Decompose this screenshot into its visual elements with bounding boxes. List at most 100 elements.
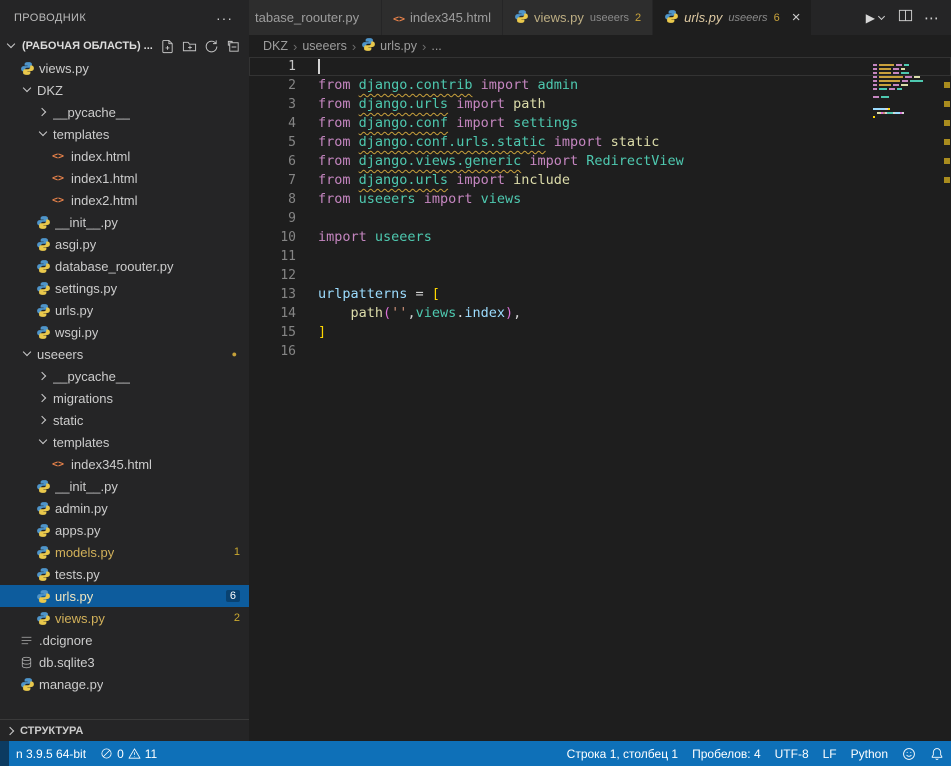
tab-index345-html[interactable]: <>index345.html bbox=[382, 0, 503, 35]
line-content: import useeers bbox=[318, 228, 432, 247]
code-token: from bbox=[318, 191, 351, 207]
warning-tick bbox=[944, 177, 950, 183]
minimap[interactable] bbox=[873, 60, 939, 124]
tree-item-index-html[interactable]: <>index.html bbox=[0, 145, 249, 167]
code-token: [ bbox=[432, 286, 440, 302]
warning-count: 11 bbox=[145, 747, 157, 761]
problems-badge: 1 bbox=[234, 546, 240, 558]
tree-item-settings-py[interactable]: settings.py bbox=[0, 277, 249, 299]
split-editor-icon[interactable] bbox=[898, 8, 913, 28]
problems-status[interactable]: 011 bbox=[93, 741, 164, 766]
encoding-status[interactable]: UTF-8 bbox=[768, 741, 816, 766]
tree-item-migrations[interactable]: migrations bbox=[0, 387, 249, 409]
error-icon bbox=[100, 747, 113, 760]
code-line[interactable]: 13urlpatterns = [ bbox=[249, 285, 951, 304]
tree-item-index1-html[interactable]: <>index1.html bbox=[0, 167, 249, 189]
close-icon[interactable]: × bbox=[792, 10, 801, 25]
tree-item-views-py[interactable]: views.py bbox=[0, 57, 249, 79]
python-interpreter-status[interactable]: n 3.9.5 64-bit bbox=[9, 741, 93, 766]
code-line[interactable]: 15] bbox=[249, 323, 951, 342]
breadcrumb-item-[interactable]: ... bbox=[431, 39, 441, 53]
code-line[interactable]: 1 bbox=[249, 57, 951, 76]
tree-item-index345-html[interactable]: <>index345.html bbox=[0, 453, 249, 475]
overview-ruler bbox=[942, 57, 951, 741]
tree-item-label: __pycache__ bbox=[53, 105, 130, 120]
tree-item-urls-py[interactable]: urls.py bbox=[0, 299, 249, 321]
tree-item-templates[interactable]: templates bbox=[0, 431, 249, 453]
problems-badge: 2 bbox=[234, 612, 240, 624]
new-folder-icon[interactable] bbox=[182, 39, 197, 54]
code-token: import bbox=[554, 134, 603, 150]
tree-item-asgi-py[interactable]: asgi.py bbox=[0, 233, 249, 255]
tree-item-db-sqlite3[interactable]: db.sqlite3 bbox=[0, 651, 249, 673]
code-line[interactable]: 9 bbox=[249, 209, 951, 228]
code-line[interactable]: 2from django.contrib import admin bbox=[249, 76, 951, 95]
tree-item-database-roouter-py[interactable]: database_roouter.py bbox=[0, 255, 249, 277]
code-line[interactable]: 4from django.conf import settings bbox=[249, 114, 951, 133]
workspace-section-header[interactable]: (РАБОЧАЯ ОБЛАСТЬ) ... bbox=[0, 35, 249, 57]
code-line[interactable]: 5from django.conf.urls.static import sta… bbox=[249, 133, 951, 152]
tree-item-views-py[interactable]: views.py2 bbox=[0, 607, 249, 629]
code-line[interactable]: 11 bbox=[249, 247, 951, 266]
code-token bbox=[505, 96, 513, 112]
code-line[interactable]: 3from django.urls import path bbox=[249, 95, 951, 114]
tab-tabase-roouter-py[interactable]: tabase_roouter.py bbox=[249, 0, 382, 35]
cursor-position-status[interactable]: Строка 1, столбец 1 bbox=[560, 741, 685, 766]
notifications-status[interactable] bbox=[923, 741, 951, 766]
tree-item-admin-py[interactable]: admin.py bbox=[0, 497, 249, 519]
chevron-right-icon bbox=[36, 104, 52, 120]
tree-item-pycache[interactable]: __pycache__ bbox=[0, 101, 249, 123]
tree-item-wsgi-py[interactable]: wsgi.py bbox=[0, 321, 249, 343]
tree-item-init-py[interactable]: __init__.py bbox=[0, 211, 249, 233]
tree-item-models-py[interactable]: models.py1 bbox=[0, 541, 249, 563]
more-actions-icon[interactable]: ··· bbox=[216, 10, 233, 26]
tree-item-static[interactable]: static bbox=[0, 409, 249, 431]
breadcrumb-item-dkz[interactable]: DKZ bbox=[263, 39, 288, 53]
chevron-right-icon bbox=[36, 368, 52, 384]
tree-item-index2-html[interactable]: <>index2.html bbox=[0, 189, 249, 211]
refresh-icon[interactable] bbox=[204, 39, 219, 54]
html-icon: <> bbox=[393, 10, 405, 25]
code-token bbox=[505, 115, 513, 131]
tree-item-tests-py[interactable]: tests.py bbox=[0, 563, 249, 585]
python-icon bbox=[20, 61, 38, 76]
breadcrumb-item-urls-py[interactable]: urls.py bbox=[361, 37, 417, 55]
code-line[interactable]: 16 bbox=[249, 342, 951, 361]
eol-status[interactable]: LF bbox=[816, 741, 844, 766]
run-button[interactable]: ▶ bbox=[866, 11, 887, 25]
minimap-segment bbox=[904, 64, 909, 66]
minimap-line bbox=[873, 108, 939, 110]
code-editor[interactable]: 12from django.contrib import admin3from … bbox=[249, 57, 951, 741]
tree-item-label: __init__.py bbox=[55, 479, 118, 494]
new-file-icon[interactable] bbox=[160, 39, 175, 54]
tree-item-pycache[interactable]: __pycache__ bbox=[0, 365, 249, 387]
tree-item-apps-py[interactable]: apps.py bbox=[0, 519, 249, 541]
code-line[interactable]: 10import useeers bbox=[249, 228, 951, 247]
feedback-status[interactable] bbox=[895, 741, 923, 766]
code-line[interactable]: 6from django.views.generic import Redire… bbox=[249, 152, 951, 171]
tree-item-manage-py[interactable]: manage.py bbox=[0, 673, 249, 695]
indentation-status[interactable]: Пробелов: 4 bbox=[685, 741, 768, 766]
tree-item-init-py[interactable]: __init__.py bbox=[0, 475, 249, 497]
code-line[interactable]: 8from useeers import views bbox=[249, 190, 951, 209]
more-actions-icon[interactable]: ⋯ bbox=[924, 9, 939, 27]
tree-item-urls-py[interactable]: urls.py6 bbox=[0, 585, 249, 607]
tree-item-dcignore[interactable]: .dcignore bbox=[0, 629, 249, 651]
code-line[interactable]: 7from django.urls import include bbox=[249, 171, 951, 190]
tab-views-py[interactable]: views.pyuseeers2 bbox=[503, 0, 653, 35]
structure-section-header[interactable]: СТРУКТУРА bbox=[0, 719, 249, 741]
code-line[interactable]: 12 bbox=[249, 266, 951, 285]
tab-urls-py[interactable]: urls.pyuseeers6× bbox=[653, 0, 812, 35]
python-icon bbox=[36, 215, 54, 230]
language-mode-status[interactable]: Python bbox=[844, 741, 895, 766]
line-number: 3 bbox=[249, 95, 296, 114]
code-line[interactable]: 14 path('',views.index), bbox=[249, 304, 951, 323]
line-number: 9 bbox=[249, 209, 296, 228]
tree-item-dkz[interactable]: DKZ bbox=[0, 79, 249, 101]
code-token: ] bbox=[318, 324, 326, 340]
breadcrumb-item-useeers[interactable]: useeers bbox=[302, 39, 346, 53]
tree-item-templates[interactable]: templates bbox=[0, 123, 249, 145]
remote-indicator[interactable] bbox=[0, 741, 9, 766]
tree-item-useeers[interactable]: useeers● bbox=[0, 343, 249, 365]
collapse-all-icon[interactable] bbox=[226, 39, 241, 54]
